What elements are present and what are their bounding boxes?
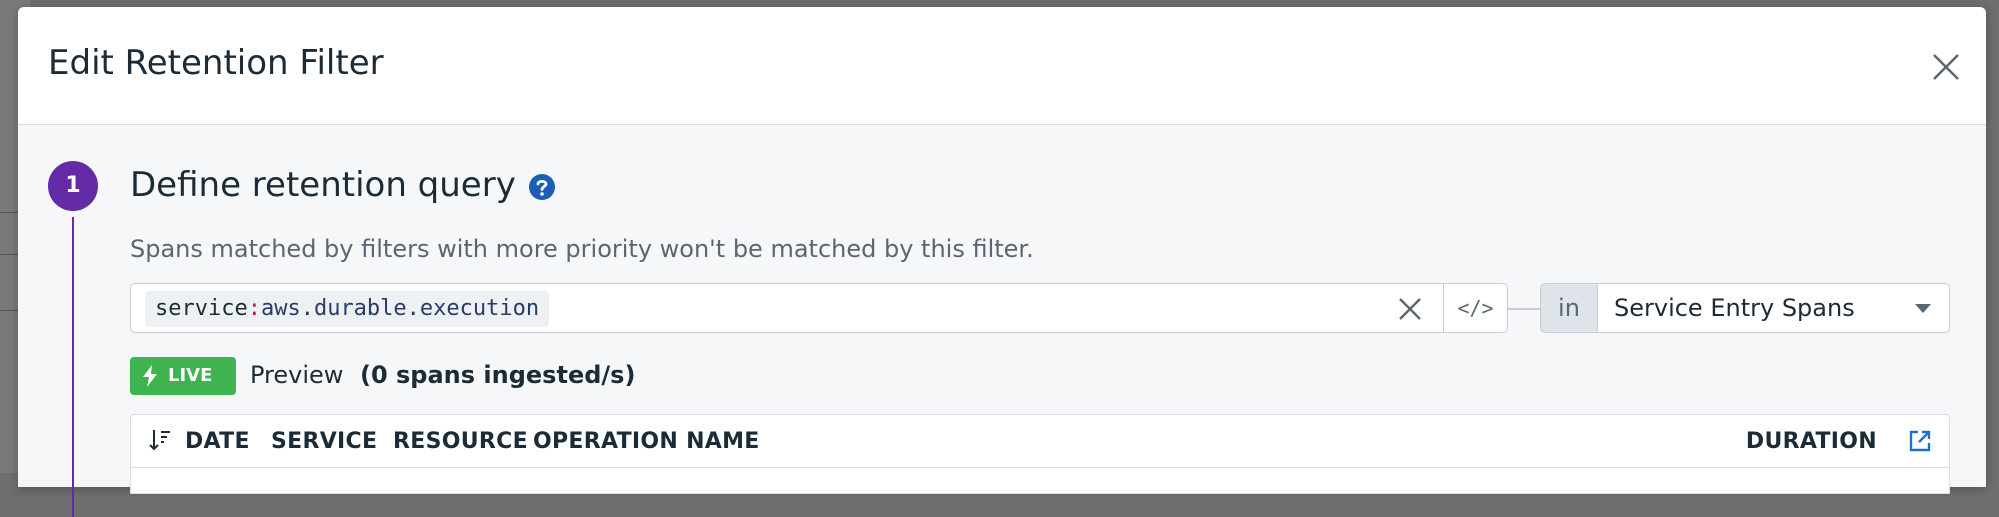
close-icon xyxy=(1933,54,1959,80)
code-icon: </> xyxy=(1457,296,1494,320)
span-scope-selected: Service Entry Spans xyxy=(1614,294,1855,322)
clear-icon xyxy=(1399,298,1421,320)
query-token-value: aws.durable.execution xyxy=(260,296,540,321)
column-header-duration[interactable]: DURATION xyxy=(1746,429,1877,454)
edit-retention-filter-modal: Edit Retention Filter 1 Define retention… xyxy=(18,7,1986,517)
preview-table: DATE SERVICE RESOURCE OPERATION NAME DUR… xyxy=(130,414,1950,494)
column-header-resource[interactable]: RESOURCE xyxy=(393,429,528,454)
column-header-date[interactable]: DATE xyxy=(185,429,250,454)
code-view-toggle[interactable]: </> xyxy=(1444,284,1507,332)
chevron-down-icon xyxy=(1915,304,1931,313)
modal-body: 1 Define retention query Spans matched b… xyxy=(18,125,1986,517)
step-progress-line xyxy=(72,217,74,517)
clear-query-button[interactable] xyxy=(1395,294,1425,324)
query-token-key: service xyxy=(155,296,248,321)
ingestion-rate: (0 spans ingested/s) xyxy=(360,361,636,389)
lightning-icon xyxy=(143,365,157,387)
preview-label: Preview xyxy=(250,361,344,389)
modal-header: Edit Retention Filter xyxy=(18,7,1986,125)
open-external-icon[interactable] xyxy=(1907,428,1933,454)
live-badge: LIVE xyxy=(130,357,236,395)
step-title: Define retention query xyxy=(130,165,516,205)
span-scope-dropdown[interactable]: Service Entry Spans xyxy=(1598,284,1949,332)
span-scope-group: in Service Entry Spans xyxy=(1540,283,1950,333)
scope-in-label: in xyxy=(1541,284,1598,332)
modal-title: Edit Retention Filter xyxy=(48,43,384,83)
query-token[interactable]: service:aws.durable.execution xyxy=(145,291,550,327)
table-header: DATE SERVICE RESOURCE OPERATION NAME DUR… xyxy=(131,415,1949,468)
query-token-separator: : xyxy=(247,296,261,321)
close-button[interactable] xyxy=(1924,45,1968,89)
retention-query-input[interactable]: service:aws.durable.execution </> xyxy=(130,283,1508,333)
help-icon[interactable] xyxy=(528,173,556,201)
live-badge-label: LIVE xyxy=(168,365,213,386)
column-header-operation-name[interactable]: OPERATION NAME xyxy=(533,429,760,454)
step-number-badge: 1 xyxy=(48,161,98,211)
query-scope-connector xyxy=(1508,308,1540,310)
step-description: Spans matched by filters with more prior… xyxy=(130,235,1034,263)
column-header-service[interactable]: SERVICE xyxy=(271,429,377,454)
sort-icon[interactable] xyxy=(147,427,173,453)
